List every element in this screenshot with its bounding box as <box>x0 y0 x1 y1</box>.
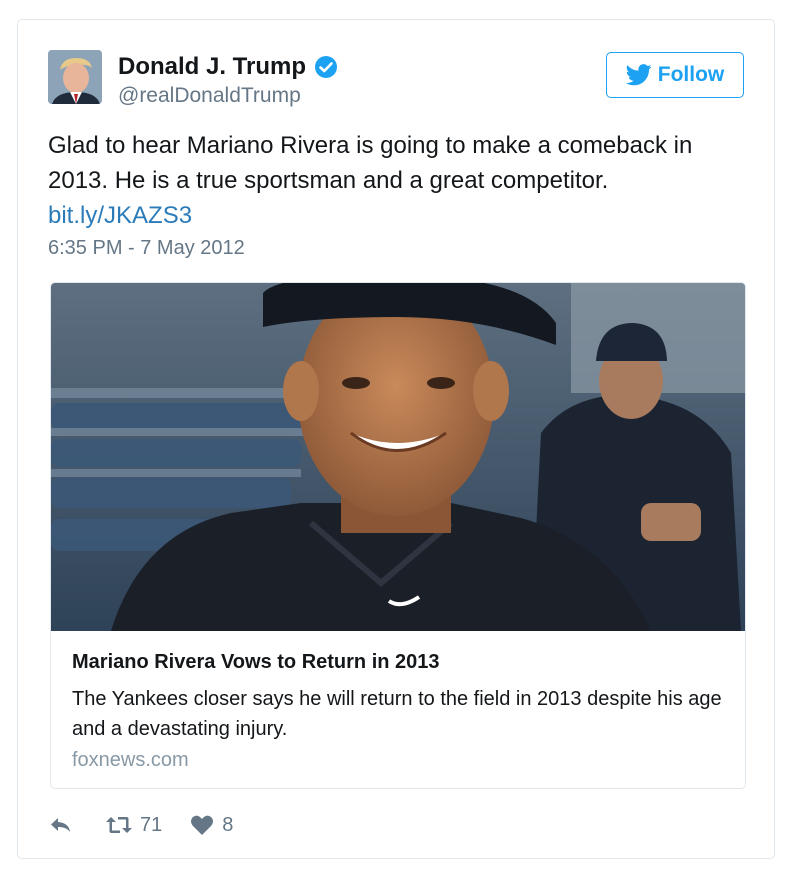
retweet-icon <box>106 817 132 833</box>
display-name-row: Donald J. Trump <box>118 52 338 82</box>
tweet-header: Donald J. Trump @realDonaldTrump Follow <box>48 50 744 110</box>
card-title: Mariano Rivera Vows to Return in 2013 <box>72 651 440 673</box>
twitter-bird-icon <box>625 64 652 86</box>
tweet-timestamp[interactable]: 6:35 PM - 7 May 2012 <box>48 237 245 260</box>
card-description: The Yankees closer says he will return t… <box>72 688 722 740</box>
reply-button[interactable] <box>48 814 74 836</box>
card-image <box>51 283 745 631</box>
tweet-embed: Donald J. Trump @realDonaldTrump Follow … <box>17 19 775 859</box>
link-card[interactable]: Mariano Rivera Vows to Return in 2013 Th… <box>50 282 746 789</box>
author-block: Donald J. Trump @realDonaldTrump <box>118 52 338 108</box>
follow-button[interactable]: Follow <box>606 52 744 98</box>
follow-label: Follow <box>657 63 725 86</box>
like-button[interactable]: 8 <box>190 814 233 837</box>
like-count: 8 <box>222 813 234 836</box>
heart-icon <box>191 815 214 835</box>
reply-icon <box>51 818 70 832</box>
tweet-text: Glad to hear Mariano Rivera is going to … <box>48 132 693 194</box>
tweet-actions: 71 8 <box>48 810 233 840</box>
tweet-link[interactable]: bit.ly/JKAZS3 <box>48 198 728 233</box>
author-handle[interactable]: @realDonaldTrump <box>118 84 338 108</box>
display-name[interactable]: Donald J. Trump <box>118 53 306 81</box>
retweet-count: 71 <box>140 813 163 836</box>
retweet-button[interactable]: 71 <box>104 814 162 837</box>
avatar[interactable] <box>48 50 102 104</box>
card-domain: foxnews.com <box>72 749 189 771</box>
verified-badge-icon <box>314 55 338 79</box>
tweet-body: Glad to hear Mariano Rivera is going to … <box>48 128 728 233</box>
